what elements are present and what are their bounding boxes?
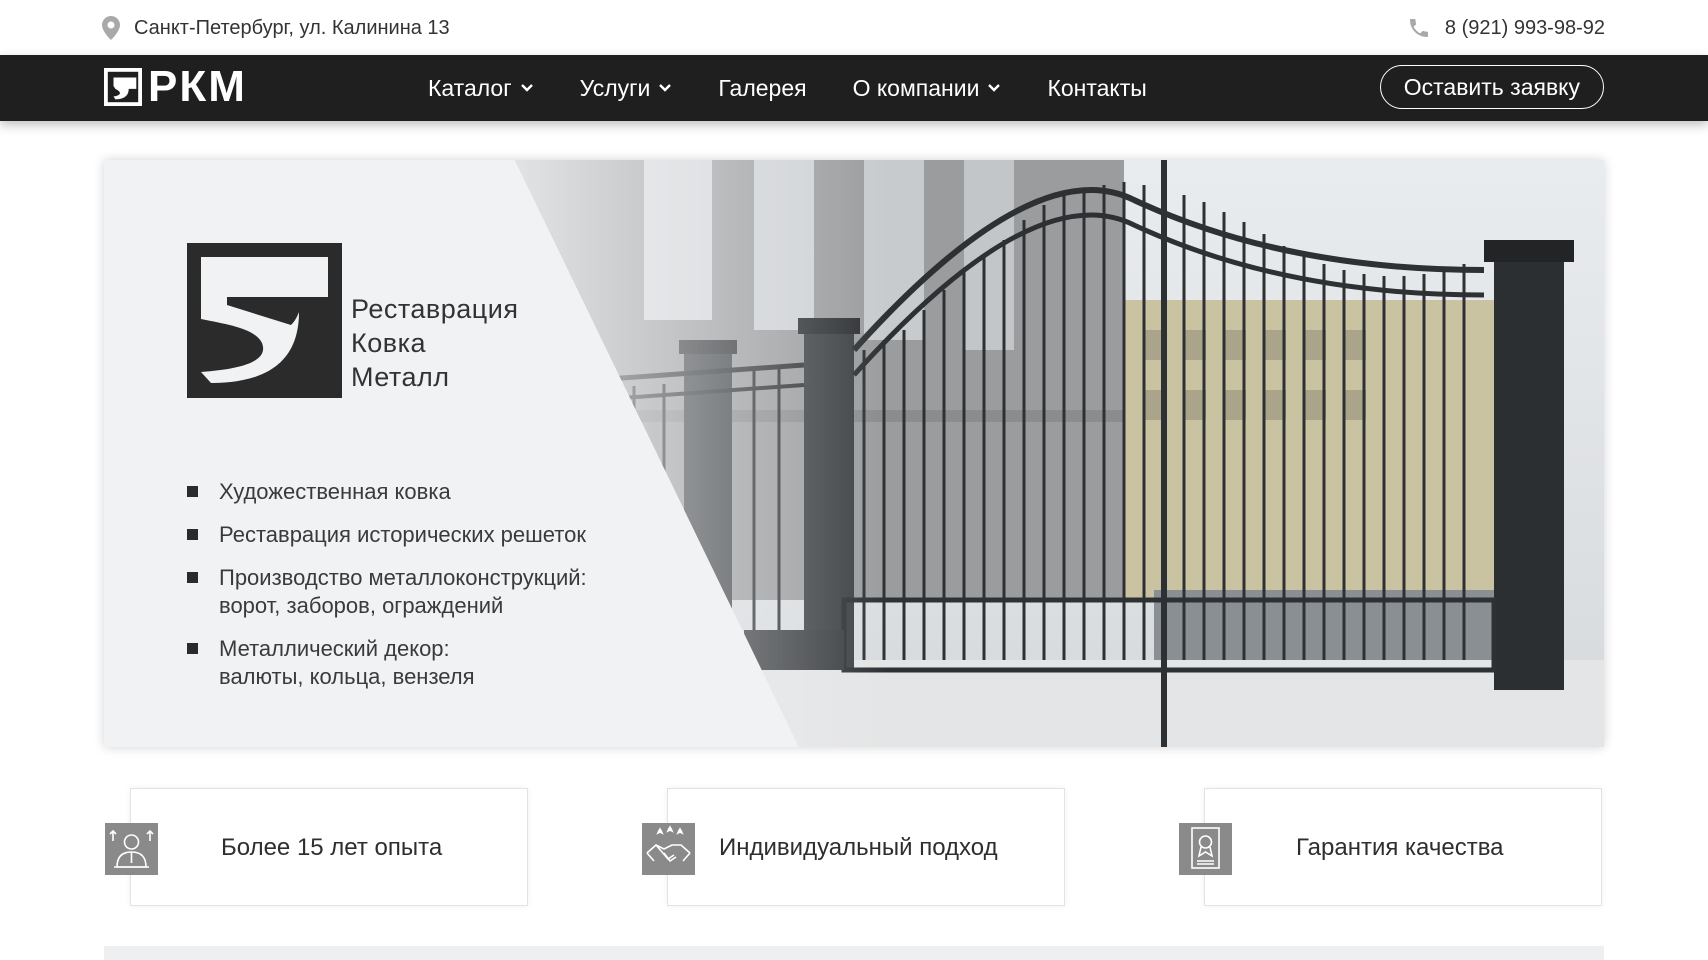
feature-card-individual: Индивидуальный подход (642, 788, 1065, 906)
logo-text: РКМ (148, 62, 247, 111)
chevron-down-icon (988, 84, 1001, 92)
phone-number[interactable]: 8 (921) 993-98-92 (1445, 17, 1605, 40)
chevron-down-icon (520, 84, 533, 92)
handshake-icon (642, 823, 695, 875)
chevron-down-icon (659, 84, 672, 92)
service-subtext: ворот, заборов, ограждений (219, 593, 504, 618)
service-text: Реставрация исторических решеток (219, 522, 586, 547)
service-text: Металлический декор: (219, 636, 450, 661)
nav-item-contacts[interactable]: Контакты (1047, 75, 1146, 102)
list-item: Художественная ковка (187, 478, 707, 506)
service-text: Производство металлоконструкций: (219, 565, 587, 590)
brand-line-forging: Ковка (351, 328, 427, 358)
nav-menu: Каталог Услуги Галерея О компании Контак… (428, 55, 1193, 121)
feature-card-quality: Гарантия качества (1179, 788, 1602, 906)
main-navigation: РКМ Каталог Услуги Галерея О компании Ко… (0, 55, 1708, 121)
brand-block: Реставрация Ковка Металл (187, 243, 518, 398)
list-item: Реставрация исторических решеток (187, 521, 707, 549)
nav-item-label: Услуги (579, 74, 651, 101)
nav-item-catalog[interactable]: Каталог (428, 75, 534, 102)
logo-mark-icon (104, 68, 142, 106)
certificate-icon (1179, 823, 1232, 875)
nav-item-label: Контакты (1047, 74, 1147, 101)
nav-item-label: О компании (852, 74, 980, 101)
map-pin-icon (102, 16, 120, 40)
brand-line-metal: Металл (351, 362, 450, 392)
top-info-bar: Санкт-Петербург, ул. Калинина 13 8 (921)… (0, 0, 1708, 55)
list-item: Производство металлоконструкций: ворот, … (187, 564, 707, 620)
hero-banner: Реставрация Ковка Металл Художественная … (104, 160, 1604, 747)
site-logo[interactable]: РКМ (104, 62, 247, 111)
services-list: Художественная ковка Реставрация историч… (187, 478, 707, 706)
next-section-edge (104, 946, 1604, 960)
service-subtext: валюты, кольца, вензеля (219, 664, 475, 689)
brand-logo-icon (187, 243, 342, 398)
nav-item-gallery[interactable]: Галерея (718, 75, 806, 102)
feature-card-experience: Более 15 лет опыта (105, 788, 528, 906)
phone-icon (1407, 16, 1431, 40)
brand-line-restoration: Реставрация (351, 294, 519, 324)
feature-label: Более 15 лет опыта (221, 834, 443, 861)
address-text: Санкт-Петербург, ул. Калинина 13 (134, 16, 450, 39)
nav-item-label: Галерея (718, 74, 807, 101)
nav-item-services[interactable]: Услуги (580, 75, 673, 102)
feature-label: Гарантия качества (1296, 834, 1504, 861)
address: Санкт-Петербург, ул. Калинина 13 (102, 16, 450, 40)
service-text: Художественная ковка (219, 479, 451, 504)
brand-name: Реставрация Ковка Металл (351, 292, 518, 394)
list-item: Металлический декор: валюты, кольца, вен… (187, 635, 707, 691)
request-button[interactable]: Оставить заявку (1379, 65, 1604, 109)
feature-label: Индивидуальный подход (719, 834, 998, 861)
expert-icon (105, 823, 158, 875)
nav-item-label: Каталог (428, 74, 512, 101)
phone[interactable]: 8 (921) 993-98-92 (1407, 16, 1605, 40)
nav-item-about[interactable]: О компании (853, 75, 1002, 102)
